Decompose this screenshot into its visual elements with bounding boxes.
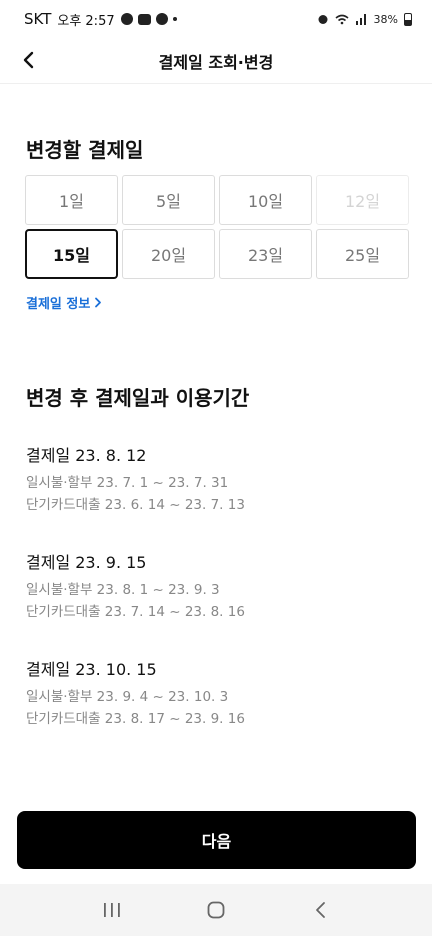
payment-day-info-link[interactable]: 결제일 정보 xyxy=(26,293,102,312)
next-button[interactable]: 다음 xyxy=(17,811,416,869)
period-block: 결제일 23. 10. 15 일시불·할부 23. 9. 4 ~ 23. 10.… xyxy=(26,656,406,730)
period-lumpsum-range: 일시불·할부 23. 8. 1 ~ 23. 9. 3 xyxy=(26,582,220,598)
app-header: 결제일 조회·변경 xyxy=(0,38,432,84)
period-block: 결제일 23. 8. 12 일시불·할부 23. 7. 1 ~ 23. 7. 3… xyxy=(26,442,406,516)
day-option-10[interactable]: 10일 xyxy=(219,175,312,225)
info-link-label: 결제일 정보 xyxy=(26,297,91,312)
periods-title: 변경 후 결제일과 이용기간 xyxy=(26,386,250,410)
recent-apps-icon xyxy=(104,903,120,917)
battery-percent: 38% xyxy=(373,12,398,26)
period-block: 결제일 23. 9. 15 일시불·할부 23. 8. 1 ~ 23. 9. 3… xyxy=(26,549,406,623)
day-option-5[interactable]: 5일 xyxy=(122,175,215,225)
payment-day-grid: 1일 5일 10일 12일 15일 20일 23일 25일 xyxy=(25,175,409,279)
wifi-icon xyxy=(335,14,349,24)
status-left: SKT 오후 2:57 xyxy=(24,10,177,29)
recent-apps-button[interactable] xyxy=(92,890,132,930)
battery-icon xyxy=(404,12,412,26)
period-shortloan-range: 단기카드대출 23. 8. 17 ~ 23. 9. 16 xyxy=(26,711,245,727)
chat-notification-icon xyxy=(120,13,133,25)
period-shortloan-range: 단기카드대출 23. 7. 14 ~ 23. 8. 16 xyxy=(26,604,245,620)
signal-icon xyxy=(355,13,366,25)
clock: 오후 2:57 xyxy=(57,13,115,29)
status-right: 38% xyxy=(317,12,412,26)
chevron-left-icon xyxy=(23,51,34,69)
carrier-label: SKT xyxy=(24,10,52,28)
alarm-icon xyxy=(318,15,328,24)
day-option-25[interactable]: 25일 xyxy=(316,229,409,279)
notification-icons xyxy=(120,13,177,25)
status-bar: SKT 오후 2:57 38% xyxy=(0,0,432,38)
system-back-button[interactable] xyxy=(300,890,340,930)
period-payment-date: 결제일 23. 9. 15 xyxy=(26,553,147,572)
day-option-20[interactable]: 20일 xyxy=(122,229,215,279)
chevron-right-icon xyxy=(95,297,102,308)
back-button[interactable] xyxy=(14,46,42,74)
home-button[interactable] xyxy=(196,890,236,930)
back-icon xyxy=(316,902,325,918)
day-option-1[interactable]: 1일 xyxy=(25,175,118,225)
day-option-23[interactable]: 23일 xyxy=(219,229,312,279)
period-payment-date: 결제일 23. 8. 12 xyxy=(26,446,147,465)
home-icon xyxy=(207,901,225,919)
period-lumpsum-range: 일시불·할부 23. 9. 4 ~ 23. 10. 3 xyxy=(26,689,229,705)
change-day-title: 변경할 결제일 xyxy=(26,138,144,162)
gallery-notification-icon xyxy=(137,13,151,25)
page-title: 결제일 조회·변경 xyxy=(158,52,274,72)
day-option-15[interactable]: 15일 xyxy=(25,229,118,279)
coffee-notification-icon xyxy=(155,13,168,25)
period-payment-date: 결제일 23. 10. 15 xyxy=(26,660,157,679)
more-notifications-icon xyxy=(172,17,177,21)
period-lumpsum-range: 일시불·할부 23. 7. 1 ~ 23. 7. 31 xyxy=(26,475,229,491)
system-nav-bar xyxy=(0,884,432,936)
period-shortloan-range: 단기카드대출 23. 6. 14 ~ 23. 7. 13 xyxy=(26,497,245,513)
day-option-12: 12일 xyxy=(316,175,409,225)
